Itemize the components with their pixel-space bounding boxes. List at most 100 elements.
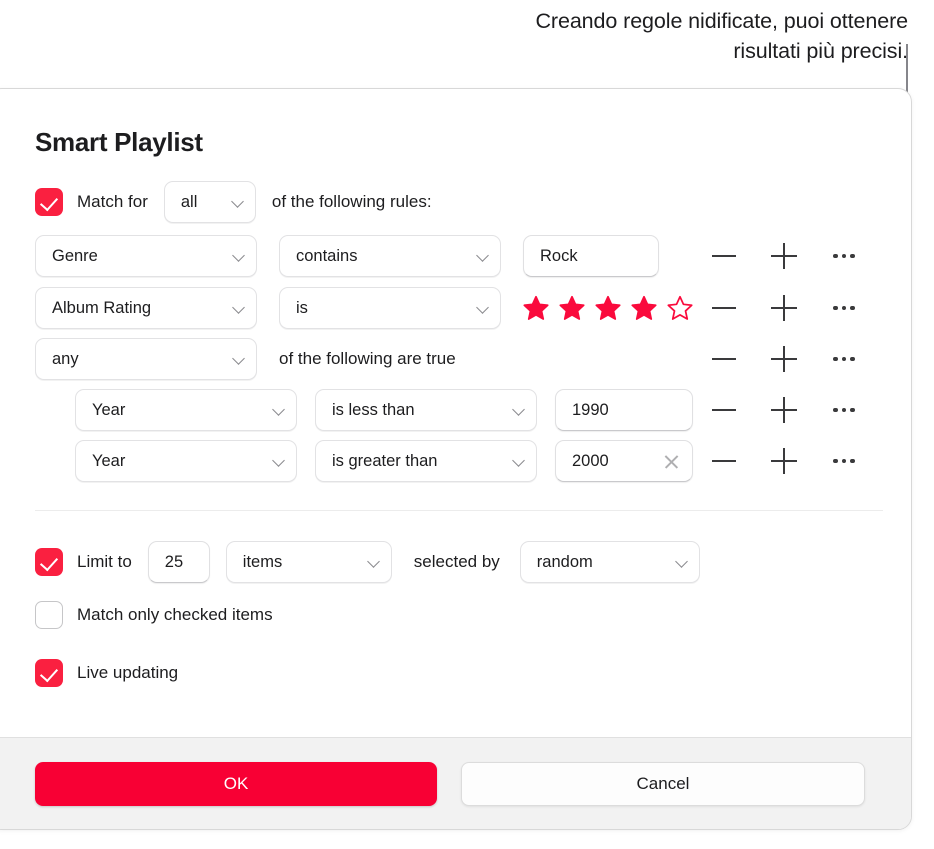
- star-filled-icon[interactable]: [595, 295, 621, 321]
- chevron-down-icon: [273, 455, 286, 468]
- rule-field-select[interactable]: Album Rating: [35, 287, 257, 329]
- chevron-down-icon: [233, 250, 246, 263]
- live-updating-row: Live updating: [35, 659, 178, 687]
- more-options-button[interactable]: [827, 393, 861, 427]
- rule-field-select[interactable]: Genre: [35, 235, 257, 277]
- rule-row: Genre contains Rock: [35, 235, 659, 277]
- nested-rule-row: Year is greater than 2000: [75, 440, 693, 482]
- match-label: Match for: [77, 192, 148, 211]
- chevron-down-icon: [513, 404, 526, 417]
- cancel-button[interactable]: Cancel: [461, 761, 865, 806]
- rule-actions: [707, 235, 861, 277]
- dialog-body: Smart Playlist Match for all of the foll…: [0, 89, 911, 739]
- limit-label: Limit to: [77, 552, 132, 571]
- limit-unit-select[interactable]: items: [225, 541, 392, 583]
- remove-rule-button[interactable]: [707, 239, 741, 273]
- live-updating-label: Live updating: [77, 663, 179, 682]
- more-options-button[interactable]: [827, 444, 861, 478]
- rule-operator-select[interactable]: is greater than: [315, 440, 537, 482]
- remove-rule-button[interactable]: [707, 291, 741, 325]
- rule-actions: [707, 287, 861, 329]
- selected-by-label: selected by: [413, 552, 500, 571]
- limit-amount-value: 25: [164, 552, 184, 571]
- rule-field-select[interactable]: Year: [75, 389, 297, 431]
- chevron-down-icon: [676, 556, 689, 569]
- rule-operator-value: is: [296, 298, 308, 317]
- section-divider: [35, 510, 883, 511]
- rule-value-text: 1990: [572, 400, 609, 419]
- rule-actions: [707, 440, 861, 482]
- rule-value-input[interactable]: Rock: [523, 235, 659, 277]
- remove-rule-button[interactable]: [707, 444, 741, 478]
- limit-checkbox[interactable]: [35, 548, 63, 576]
- star-rating-input[interactable]: [523, 295, 693, 321]
- rule-field-select[interactable]: Year: [75, 440, 297, 482]
- rule-value-input[interactable]: 1990: [555, 389, 693, 431]
- smart-playlist-dialog: Smart Playlist Match for all of the foll…: [0, 88, 912, 830]
- rule-actions: [707, 338, 861, 380]
- chevron-down-icon: [273, 404, 286, 417]
- match-only-checked-row: Match only checked items: [35, 601, 273, 629]
- limit-unit-value: items: [242, 552, 283, 571]
- rule-field-value: Album Rating: [52, 298, 152, 317]
- match-only-checked-checkbox[interactable]: [35, 601, 63, 629]
- rule-value-text: 2000: [572, 451, 609, 470]
- rule-actions: [707, 389, 861, 431]
- screenshot-root: Creando regole nidificate, puoi ottenere…: [0, 0, 934, 849]
- match-checkbox[interactable]: [35, 188, 63, 216]
- rule-operator-select[interactable]: contains: [279, 235, 501, 277]
- page-title: Smart Playlist: [35, 127, 203, 157]
- more-options-button[interactable]: [827, 239, 861, 273]
- match-only-checked-label: Match only checked items: [77, 605, 273, 624]
- clear-icon[interactable]: [663, 453, 680, 470]
- chevron-down-icon: [477, 302, 490, 315]
- rule-group-row: any: [35, 338, 257, 380]
- match-type-value: all: [180, 192, 198, 211]
- rule-operator-value: is greater than: [332, 451, 438, 470]
- rule-field-value: Year: [92, 400, 126, 419]
- match-suffix-label: of the following rules:: [271, 192, 432, 211]
- chevron-down-icon: [477, 250, 490, 263]
- star-filled-icon[interactable]: [523, 295, 549, 321]
- rule-value-input[interactable]: 2000: [555, 440, 693, 482]
- limit-row: Limit to 25 items selected by random: [35, 541, 700, 583]
- limit-amount-input[interactable]: 25: [147, 541, 210, 583]
- rule-row: Album Rating is: [35, 287, 693, 329]
- chevron-down-icon: [513, 455, 526, 468]
- add-rule-button[interactable]: [767, 393, 801, 427]
- remove-rule-button[interactable]: [707, 342, 741, 376]
- rule-operator-select[interactable]: is less than: [315, 389, 537, 431]
- add-rule-button[interactable]: [767, 444, 801, 478]
- dialog-footer: OK Cancel: [0, 737, 911, 829]
- selected-by-value: random: [536, 552, 593, 571]
- ok-button[interactable]: OK: [35, 761, 437, 806]
- live-updating-checkbox[interactable]: [35, 659, 63, 687]
- star-outline-icon[interactable]: [667, 295, 693, 321]
- add-rule-button[interactable]: [767, 239, 801, 273]
- star-filled-icon[interactable]: [631, 295, 657, 321]
- more-options-button[interactable]: [827, 291, 861, 325]
- chevron-down-icon: [232, 196, 245, 209]
- rule-operator-select[interactable]: is: [279, 287, 501, 329]
- match-row: Match for all of the following rules:: [35, 181, 432, 223]
- selected-by-select[interactable]: random: [519, 541, 700, 583]
- group-suffix-label: of the following are true: [279, 349, 456, 368]
- chevron-down-icon: [233, 353, 246, 366]
- rule-operator-value: is less than: [332, 400, 415, 419]
- rule-field-value: Genre: [52, 246, 98, 265]
- callout-text: Creando regole nidificate, puoi ottenere…: [535, 9, 908, 63]
- group-type-value: any: [52, 349, 79, 368]
- group-type-select[interactable]: any: [35, 338, 257, 380]
- rule-field-value: Year: [92, 451, 126, 470]
- add-rule-button[interactable]: [767, 291, 801, 325]
- rule-value-text: Rock: [540, 246, 578, 265]
- chevron-down-icon: [368, 556, 381, 569]
- add-rule-button[interactable]: [767, 342, 801, 376]
- match-type-select[interactable]: all: [163, 181, 256, 223]
- remove-rule-button[interactable]: [707, 393, 741, 427]
- chevron-down-icon: [233, 302, 246, 315]
- more-options-button[interactable]: [827, 342, 861, 376]
- star-filled-icon[interactable]: [559, 295, 585, 321]
- nested-rule-row: Year is less than 1990: [75, 389, 693, 431]
- rule-operator-value: contains: [296, 246, 358, 265]
